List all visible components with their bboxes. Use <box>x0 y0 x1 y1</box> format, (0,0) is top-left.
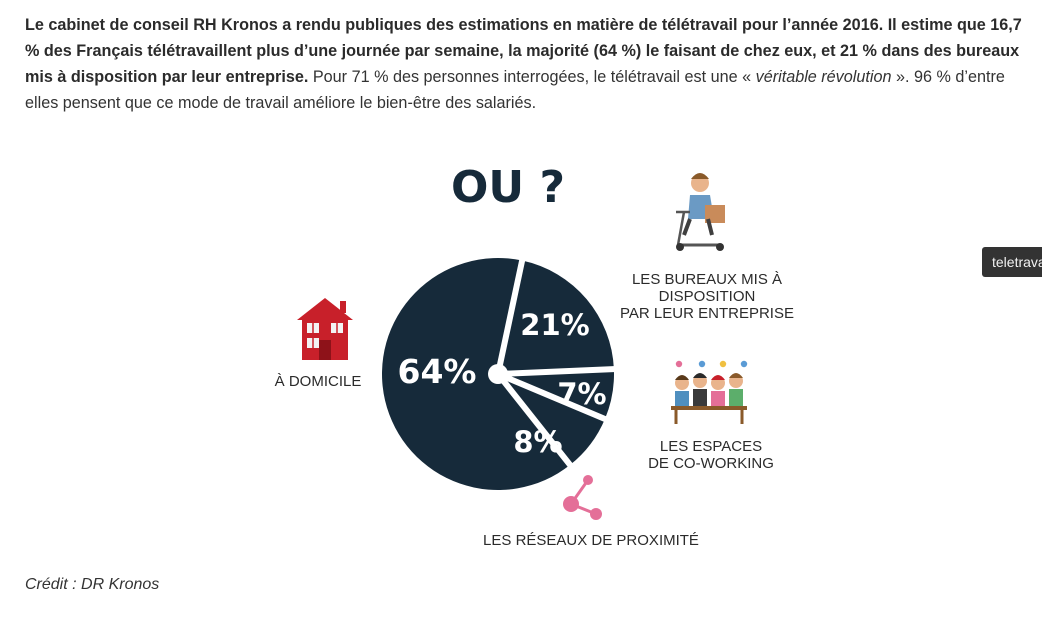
label-coworking-line2: DE CO-WORKING <box>648 455 774 472</box>
pie-center-dot <box>488 364 508 384</box>
pie-value-label-bureaux: 21% <box>520 308 589 342</box>
label-bureaux-line3: PAR LEUR ENTREPRISE <box>620 305 794 322</box>
label-domicile: À DOMICILE <box>275 373 362 390</box>
house-icon <box>297 298 353 360</box>
scooter-person-icon <box>676 173 725 251</box>
pie-value-label-coworking: 7% <box>557 377 606 411</box>
pie-value-label-reseaux: 8% <box>513 425 562 459</box>
label-bureaux-line2: DISPOSITION <box>659 288 756 305</box>
image-credit: Crédit : DR Kronos <box>25 576 160 593</box>
label-reseaux: LES RÉSEAUX DE PROXIMITÉ <box>483 532 699 549</box>
label-coworking-line1: LES ESPACES <box>660 438 762 455</box>
pie-value-label-domicile: 64% <box>398 352 477 391</box>
chart-title: OU ? <box>451 162 565 213</box>
label-bureaux-line1: LES BUREAUX MIS À <box>632 271 782 288</box>
infographic: OU ? 64% 21% 7% 8% À DOMICILE LES BUREAU… <box>275 162 794 549</box>
coworking-people-icon <box>671 360 748 424</box>
image-tooltip: teletravail <box>982 247 1042 277</box>
network-icon <box>563 475 602 520</box>
